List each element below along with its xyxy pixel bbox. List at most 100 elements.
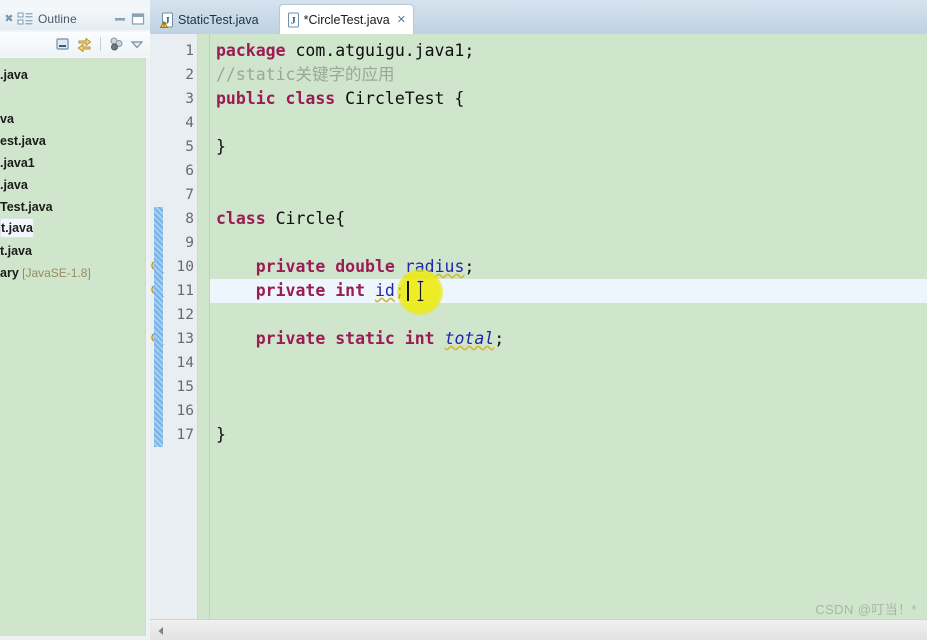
tree-item-2[interactable]: va: [0, 108, 14, 130]
editor-tab-bar: J! StaticTest.java J *CircleTest.java ✕: [150, 0, 927, 34]
tree-item-8[interactable]: t.java: [0, 240, 32, 262]
code-token: int: [404, 329, 435, 348]
code-line-6[interactable]: [210, 159, 216, 183]
code-line-3[interactable]: public class CircleTest {: [210, 87, 464, 111]
close-x-icon[interactable]: ✖: [2, 11, 16, 27]
tree-item-label: t.java: [1, 221, 33, 235]
annotation-gutter[interactable]: !!!: [150, 34, 164, 619]
code-token: double: [335, 257, 395, 276]
code-line-2[interactable]: //static关键字的应用: [210, 63, 394, 87]
editor-tab-1[interactable]: J *CircleTest.java ✕: [278, 4, 414, 34]
code-line-13[interactable]: private static int total;: [210, 327, 504, 351]
tree-item-label: .java: [0, 68, 28, 82]
line-number-ruler: 1 2 3 4 5 6 7 8 9 10 11 12 13 14 15 16 17: [164, 34, 198, 619]
code-line-5[interactable]: }: [210, 135, 226, 159]
code-editor[interactable]: !!! 1234567891011121314151617 package co…: [150, 34, 927, 619]
java-file-icon: J: [286, 12, 300, 28]
code-line-4[interactable]: [210, 111, 216, 135]
code-token: private: [255, 329, 326, 348]
maximize-icon[interactable]: [130, 12, 146, 26]
line-number: 3: [185, 91, 194, 107]
editor-horizontal-scrollbar[interactable]: [150, 619, 927, 640]
minimize-icon[interactable]: [112, 12, 128, 26]
code-line-16[interactable]: [210, 399, 216, 423]
code-token: class: [216, 209, 266, 228]
outline-view-titlebar: ✖ Outline: [0, 8, 150, 30]
code-token: ;: [394, 281, 405, 300]
code-token: private: [255, 257, 326, 276]
code-token: radius: [404, 257, 465, 276]
code-token: }: [216, 425, 226, 444]
line-number: 11: [176, 283, 194, 299]
tree-item-0[interactable]: .java: [0, 64, 28, 86]
code-line-8[interactable]: class Circle{: [210, 207, 345, 231]
code-token: total: [444, 329, 495, 348]
code-token: ;: [494, 329, 505, 348]
tree-item-6[interactable]: Test.java: [0, 196, 53, 218]
package-explorer-tree[interactable]: .java va est.java .java1 .java Test.java t.jav…: [0, 58, 145, 640]
left-pane-bottom-filler: [0, 636, 150, 640]
code-token: }: [216, 137, 226, 156]
code-line-9[interactable]: [210, 231, 216, 255]
tree-item-label: .java1: [0, 156, 35, 170]
filter-members-icon[interactable]: [108, 36, 124, 52]
line-number: 8: [185, 211, 194, 227]
code-line-15[interactable]: [210, 375, 216, 399]
tree-item-label: Test.java: [0, 200, 53, 214]
code-token: id: [374, 281, 395, 300]
editor-area: J!StaticTest.javaJ*CircleTest.java✕ !!! …: [150, 0, 927, 640]
tree-item-5[interactable]: .java: [0, 174, 28, 196]
line-number: 10: [176, 259, 194, 275]
tree-item-label: .java: [0, 178, 28, 192]
line-number: 6: [185, 163, 194, 179]
line-number: 13: [176, 331, 194, 347]
code-line-7[interactable]: [210, 183, 216, 207]
tree-item-7[interactable]: t.java: [0, 218, 34, 238]
svg-text:J: J: [290, 16, 295, 26]
line-number: 1: [185, 43, 194, 59]
folding-margin[interactable]: [199, 34, 210, 619]
line-number: 12: [176, 307, 194, 323]
tree-item-label: t.java: [0, 244, 32, 258]
quick-diff-bar: [154, 207, 163, 447]
line-number: 9: [185, 235, 194, 251]
code-line-11[interactable]: private int id;: [210, 279, 405, 303]
code-token: class: [285, 89, 336, 108]
line-number: 2: [185, 67, 194, 83]
link-with-editor-icon[interactable]: [76, 36, 93, 52]
line-number: 14: [176, 355, 194, 371]
tree-item-9[interactable]: ary [JavaSE-1.8]: [0, 262, 91, 284]
collapse-all-icon[interactable]: [55, 36, 71, 52]
scroll-left-arrow-icon[interactable]: [155, 624, 167, 636]
editor-tab-0[interactable]: J! StaticTest.java: [154, 5, 271, 34]
svg-text:!: !: [163, 23, 165, 28]
tree-item-4[interactable]: .java1: [0, 152, 35, 174]
line-number: 5: [185, 139, 194, 155]
code-line-14[interactable]: [210, 351, 216, 375]
outline-toolbar: [0, 32, 150, 56]
code-text-area[interactable]: package com.atguigu.java1; //static关键字的应用…: [210, 34, 927, 619]
code-token: package: [216, 41, 286, 60]
code-token: //static关键字的应用: [216, 65, 395, 84]
code-line-1[interactable]: package com.atguigu.java1;: [210, 39, 474, 63]
view-menu-chevron-down-icon[interactable]: [129, 36, 145, 52]
line-number: 7: [185, 187, 194, 203]
tree-item-3[interactable]: est.java: [0, 130, 46, 152]
code-line-17[interactable]: }: [210, 423, 226, 447]
line-number: 17: [176, 427, 194, 443]
code-token: int: [335, 281, 366, 300]
tree-item-label: ary: [0, 266, 19, 280]
code-token: com.atguigu.java1;: [285, 41, 475, 60]
code-line-12[interactable]: [210, 303, 216, 327]
outline-view-icon: [17, 11, 34, 27]
code-line-10[interactable]: private double radius;: [210, 255, 475, 279]
tab-close-icon[interactable]: ✕: [397, 13, 406, 26]
